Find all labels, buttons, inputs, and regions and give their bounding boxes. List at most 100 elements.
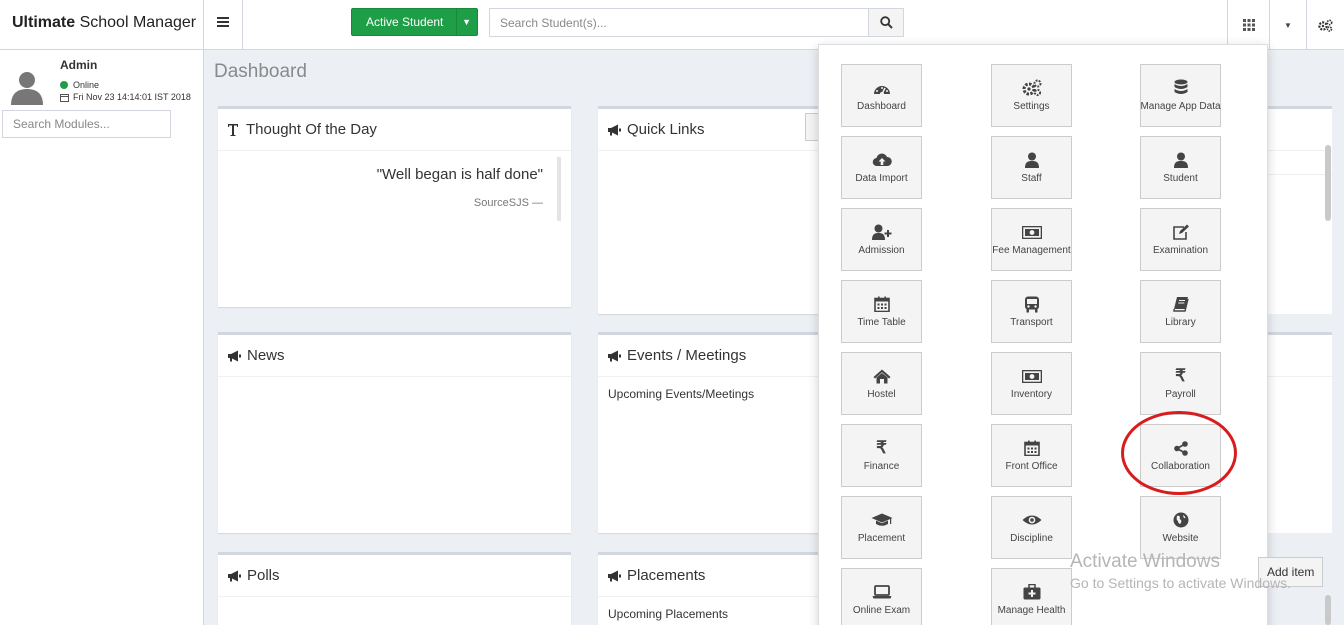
module-library[interactable]: Library [1140, 280, 1221, 343]
eye-icon [1022, 511, 1042, 529]
module-finance[interactable]: ₹ Finance [841, 424, 922, 487]
search-modules-input[interactable] [2, 110, 171, 138]
box-header: News [218, 335, 571, 377]
news-box: News [218, 332, 571, 533]
box-title: Placements [627, 567, 706, 584]
module-time-table[interactable]: Time Table [841, 280, 922, 343]
module-placement[interactable]: Placement [841, 496, 922, 559]
money-icon [1021, 223, 1042, 241]
module-online-exam[interactable]: Online Exam [841, 568, 922, 625]
module-label: Finance [863, 461, 900, 472]
user-datetime: Fri Nov 23 14:14:01 IST 2018 [60, 92, 191, 102]
database-icon [1174, 79, 1188, 97]
brand-rest: School Manager [75, 14, 197, 31]
graduation-cap-icon [871, 511, 893, 529]
module-payroll[interactable]: ₹ Payroll [1140, 352, 1221, 415]
events-box: Events / Meetings Upcoming Events/Meetin… [598, 332, 838, 533]
right-panel-middle [1266, 332, 1332, 533]
module-label: Inventory [1010, 389, 1053, 400]
module-website[interactable]: Website [1140, 496, 1221, 559]
medkit-icon [1023, 583, 1041, 601]
module-hostel[interactable]: Hostel [841, 352, 922, 415]
module-inventory[interactable]: Inventory [991, 352, 1072, 415]
module-fee-management[interactable]: Fee Management [991, 208, 1072, 271]
highlight-circle [1121, 411, 1237, 495]
module-staff[interactable]: Staff [991, 136, 1072, 199]
dashboard-icon [873, 79, 891, 97]
box-title: Thought Of the Day [246, 121, 377, 138]
module-data-import[interactable]: Data Import [841, 136, 922, 199]
box-header: Quick Links [598, 109, 838, 151]
rupee-icon: ₹ [1175, 366, 1186, 385]
box-header: Events / Meetings [598, 335, 838, 377]
module-label: Transport [1010, 317, 1053, 328]
cogs-icon [1022, 79, 1042, 97]
quote-scrollbar[interactable] [557, 157, 561, 221]
user-icon [1024, 151, 1039, 169]
bullhorn-icon [608, 570, 621, 581]
bus-icon [1024, 295, 1040, 313]
module-admission[interactable]: Admission [841, 208, 922, 271]
active-student-dropdown[interactable]: Active Student ▼ [351, 8, 478, 36]
app-brand[interactable]: Ultimate School Manager [0, 0, 204, 50]
box-header: Thought Of the Day [218, 109, 571, 151]
caret-down-icon: ▼ [462, 17, 471, 27]
module-label: Manage App Data [1140, 101, 1221, 112]
brand-bold: Ultimate [12, 14, 76, 31]
box-title: Polls [247, 567, 280, 584]
calendar-icon [873, 295, 890, 313]
box-header: Polls [218, 555, 571, 597]
text-height-icon [228, 123, 238, 136]
module-transport[interactable]: Transport [991, 280, 1072, 343]
money-icon [1021, 367, 1042, 385]
module-label: Fee Management [992, 245, 1071, 256]
search-button[interactable] [868, 8, 904, 37]
watermark-line2: Go to Settings to activate Windows. [1070, 575, 1291, 591]
placements-box: Placements Upcoming Placements [598, 552, 838, 625]
quote-text: "Well began is half done" [376, 166, 543, 183]
right-scrollbar[interactable] [1325, 145, 1331, 221]
module-student[interactable]: Student [1140, 136, 1221, 199]
menu-toggle-button[interactable] [204, 0, 243, 50]
hamburger-icon [217, 17, 229, 27]
module-label: Student [1163, 173, 1198, 184]
polls-box: Polls [218, 552, 571, 625]
module-discipline[interactable]: Discipline [991, 496, 1072, 559]
module-dashboard[interactable]: Dashboard [841, 64, 922, 127]
caret-down-icon: ▼ [1284, 20, 1292, 30]
module-manage-app-data[interactable]: Manage App Data [1140, 64, 1221, 127]
user-plus-icon [871, 223, 892, 241]
right-panel-top [1266, 106, 1332, 314]
user-menu-dropdown[interactable]: ▼ [1269, 0, 1306, 50]
module-label: Placement [857, 533, 906, 544]
sidebar: Admin Online Fri Nov 23 14:14:01 IST 201… [0, 50, 204, 625]
module-label: Time Table [857, 317, 906, 328]
apps-grid-button[interactable] [1227, 0, 1269, 50]
page-title: Dashboard [214, 61, 307, 82]
right-scrollbar-bottom[interactable] [1325, 595, 1331, 625]
module-label: Discipline [1010, 533, 1053, 544]
module-examination[interactable]: Examination [1140, 208, 1221, 271]
box-title: Quick Links [627, 121, 705, 138]
box-header: Placements [598, 555, 838, 597]
user-name: Admin [60, 58, 98, 72]
activate-windows-watermark: Activate Windows Go to Settings to activ… [1070, 551, 1291, 591]
user-icon [1173, 151, 1188, 169]
module-label: Library [1165, 317, 1196, 328]
module-manage-health[interactable]: Manage Health [991, 568, 1072, 625]
search-student-input[interactable] [489, 8, 869, 37]
thought-of-day-box: Thought Of the Day "Well began is half d… [218, 106, 571, 307]
cogs-icon [1318, 18, 1333, 32]
module-front-office[interactable]: Front Office [991, 424, 1072, 487]
quote-source: SourceSJS — [474, 197, 543, 209]
module-settings[interactable]: Settings [991, 64, 1072, 127]
settings-button[interactable] [1306, 0, 1344, 50]
quote-source-text: SourceSJS — [473, 197, 543, 209]
status-text: Online [73, 80, 100, 90]
placements-body: Upcoming Placements [608, 607, 729, 621]
bullhorn-icon [608, 124, 621, 135]
bullhorn-icon [228, 350, 241, 361]
top-header: Ultimate School Manager Active Student ▼… [0, 0, 1344, 50]
modules-dropdown: Dashboard Settings Manage App Data Data … [818, 44, 1268, 625]
datetime-text: Fri Nov 23 14:14:01 IST 2018 [73, 92, 191, 102]
